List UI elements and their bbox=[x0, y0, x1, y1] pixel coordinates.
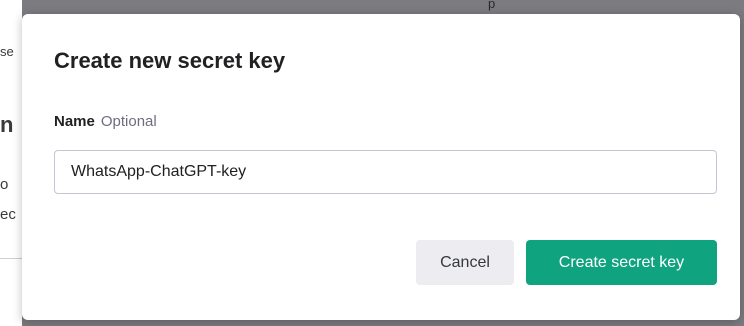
background-divider bbox=[0, 258, 22, 259]
background-page: se n o ec bbox=[0, 0, 22, 326]
name-label: Name bbox=[54, 113, 95, 130]
background-heading-fragment: n bbox=[0, 112, 14, 137]
create-secret-key-dialog: Create new secret key Name Optional Cance… bbox=[22, 14, 740, 320]
name-input[interactable] bbox=[54, 150, 717, 194]
background-text-fragment: o bbox=[0, 176, 9, 193]
optional-hint: Optional bbox=[100, 113, 157, 130]
background-text-fragment: se bbox=[0, 44, 14, 59]
name-field-label: Name Optional bbox=[54, 113, 157, 130]
create-secret-key-button[interactable]: Create secret key bbox=[526, 240, 717, 285]
dialog-title: Create new secret key bbox=[54, 48, 286, 73]
background-text-fragment: p bbox=[488, 0, 496, 11]
cancel-button[interactable]: Cancel bbox=[416, 240, 514, 285]
background-text-fragment: ec bbox=[0, 206, 16, 223]
